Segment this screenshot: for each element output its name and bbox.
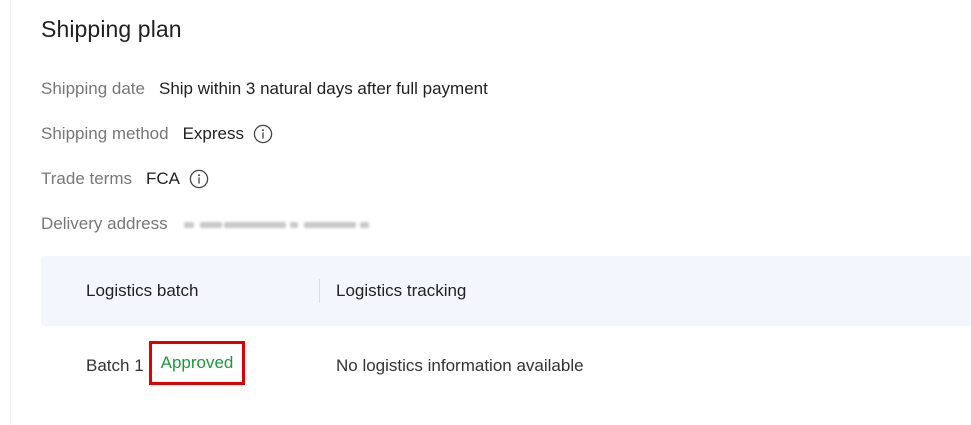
delivery-address-label: Delivery address (41, 214, 168, 233)
trade-terms-label: Trade terms (41, 169, 133, 188)
trade-terms-info-icon[interactable] (189, 169, 209, 189)
shipping-date-value: Ship within 3 natural days after full pa… (158, 79, 488, 98)
shipping-method-info-icon[interactable] (253, 124, 273, 144)
shipping-date-label: Shipping date (41, 79, 145, 98)
column-header-logistics-tracking: Logistics tracking (336, 281, 467, 300)
shipping-plan-panel: Shipping plan Shipping date Ship within … (0, 0, 971, 425)
delivery-address-redacted (183, 218, 370, 230)
shipping-method-row: Shipping method Express (41, 122, 273, 146)
tracking-info: No logistics information available (336, 356, 584, 375)
section-title: Shipping plan (41, 16, 182, 42)
panel-left-border (10, 0, 11, 425)
shipping-method-label: Shipping method (41, 124, 169, 143)
logistics-table-header: Logistics batch Logistics tracking (41, 256, 971, 326)
trade-terms-row: Trade terms FCA (41, 167, 209, 191)
batch-name: Batch 1 (86, 356, 144, 375)
column-divider (319, 279, 320, 303)
shipping-date-row: Shipping date Ship within 3 natural days… (41, 77, 488, 101)
column-header-logistics-batch: Logistics batch (86, 281, 199, 300)
delivery-address-row: Delivery address (41, 212, 370, 236)
status-badge: Approved (160, 353, 234, 372)
shipping-method-value: Express (182, 124, 245, 143)
status-highlight-box: Approved (149, 341, 245, 385)
trade-terms-value: FCA (146, 169, 181, 188)
